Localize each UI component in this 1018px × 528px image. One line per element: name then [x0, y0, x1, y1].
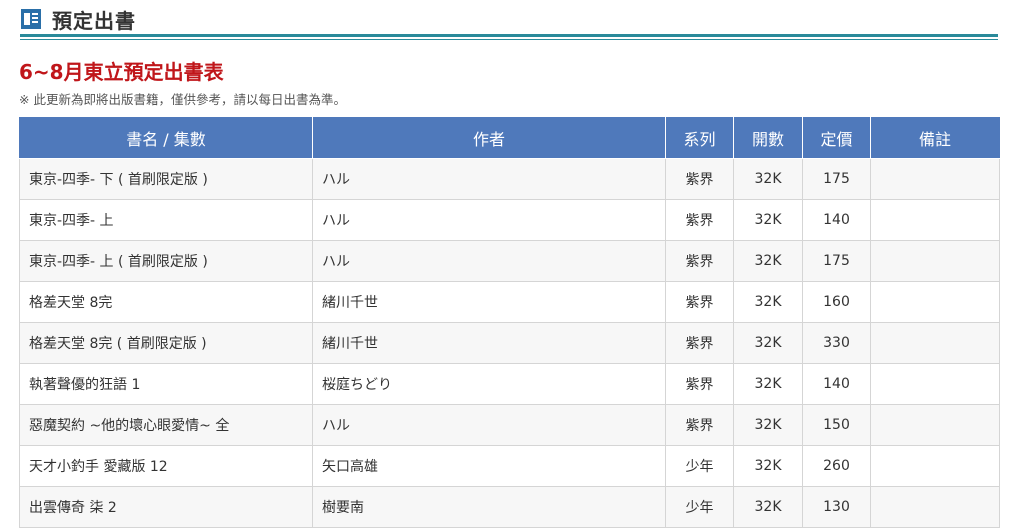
- column-header-format: 開數: [733, 117, 803, 159]
- book-title: 東京-四季- 上 ( 首刷限定版 ): [19, 240, 313, 282]
- book-series: 紫界: [665, 158, 734, 200]
- book-author: 矢口高雄: [312, 445, 666, 487]
- book-title: 格差天堂 8完 ( 首刷限定版 ): [19, 322, 313, 364]
- list-note: ※ 此更新為即將出版書籍，僅供參考，請以每日出書為準。: [19, 92, 346, 107]
- book-author: ハル: [312, 240, 666, 282]
- book-price: 150: [802, 404, 871, 446]
- header-divider: [20, 34, 998, 37]
- book-remark: [870, 158, 1000, 200]
- book-series: 少年: [665, 486, 734, 528]
- table-row: 執著聲優的狂語 1 桜庭ちどり 紫界 32K 140: [19, 363, 1000, 405]
- header-divider-thin: [20, 39, 998, 40]
- book-price: 140: [802, 199, 871, 241]
- table-row: 東京-四季- 上 ハル 紫界 32K 140: [19, 199, 1000, 241]
- table-row: 天才小釣手 愛藏版 12 矢口高雄 少年 32K 260: [19, 445, 1000, 487]
- book-price: 160: [802, 281, 871, 323]
- book-series: 紫界: [665, 363, 734, 405]
- section-header: 預定出書: [20, 6, 998, 33]
- book-format: 32K: [733, 240, 803, 282]
- book-series: 紫界: [665, 199, 734, 241]
- book-price: 330: [802, 322, 871, 364]
- book-remark: [870, 404, 1000, 446]
- book-remark: [870, 486, 1000, 528]
- book-series: 紫界: [665, 322, 734, 364]
- table-row: 惡魔契約 ~他的壞心眼愛情~ 全 ハル 紫界 32K 150: [19, 404, 1000, 446]
- table-header-row: 書名 / 集數 作者 系列 開數 定價 備註: [19, 117, 1000, 159]
- column-header-remark: 備註: [870, 117, 1000, 159]
- book-format: 32K: [733, 404, 803, 446]
- list-title: 6~8月東立預定出書表: [19, 60, 224, 84]
- book-title: 執著聲優的狂語 1: [19, 363, 313, 405]
- book-series: 紫界: [665, 281, 734, 323]
- book-remark: [870, 322, 1000, 364]
- book-title: 東京-四季- 下 ( 首刷限定版 ): [19, 158, 313, 200]
- column-header-author: 作者: [312, 117, 666, 159]
- book-title: 出雲傳奇 柒 2: [19, 486, 313, 528]
- book-price: 175: [802, 158, 871, 200]
- book-price: 260: [802, 445, 871, 487]
- table-row: 東京-四季- 上 ( 首刷限定版 ) ハル 紫界 32K 175: [19, 240, 1000, 282]
- book-price: 175: [802, 240, 871, 282]
- book-series: 少年: [665, 445, 734, 487]
- book-remark: [870, 363, 1000, 405]
- book-author: ハル: [312, 158, 666, 200]
- book-author: 緒川千世: [312, 281, 666, 323]
- book-table: 書名 / 集數 作者 系列 開數 定價 備註 東京-四季- 下 ( 首刷限定版 …: [19, 117, 1000, 528]
- table-row: 東京-四季- 下 ( 首刷限定版 ) ハル 紫界 32K 175: [19, 158, 1000, 200]
- book-price: 140: [802, 363, 871, 405]
- book-author: ハル: [312, 404, 666, 446]
- column-header-series: 系列: [665, 117, 734, 159]
- book-title: 東京-四季- 上: [19, 199, 313, 241]
- book-series: 紫界: [665, 240, 734, 282]
- book-remark: [870, 445, 1000, 487]
- table-row: 出雲傳奇 柒 2 樹要南 少年 32K 130: [19, 486, 1000, 528]
- table-row: 格差天堂 8完 緒川千世 紫界 32K 160: [19, 281, 1000, 323]
- book-remark: [870, 199, 1000, 241]
- book-remark: [870, 240, 1000, 282]
- book-author: 緒川千世: [312, 322, 666, 364]
- book-author: 桜庭ちどり: [312, 363, 666, 405]
- book-series: 紫界: [665, 404, 734, 446]
- column-header-title: 書名 / 集數: [19, 117, 313, 159]
- book-format: 32K: [733, 158, 803, 200]
- newspaper-icon: [21, 9, 41, 29]
- book-format: 32K: [733, 199, 803, 241]
- section-title: 預定出書: [52, 8, 136, 33]
- table-row: 格差天堂 8完 ( 首刷限定版 ) 緒川千世 紫界 32K 330: [19, 322, 1000, 364]
- book-remark: [870, 281, 1000, 323]
- book-author: 樹要南: [312, 486, 666, 528]
- book-title: 惡魔契約 ~他的壞心眼愛情~ 全: [19, 404, 313, 446]
- book-price: 130: [802, 486, 871, 528]
- column-header-price: 定價: [802, 117, 871, 159]
- book-format: 32K: [733, 322, 803, 364]
- book-format: 32K: [733, 281, 803, 323]
- book-format: 32K: [733, 486, 803, 528]
- book-author: ハル: [312, 199, 666, 241]
- book-title: 天才小釣手 愛藏版 12: [19, 445, 313, 487]
- book-title: 格差天堂 8完: [19, 281, 313, 323]
- book-format: 32K: [733, 445, 803, 487]
- book-format: 32K: [733, 363, 803, 405]
